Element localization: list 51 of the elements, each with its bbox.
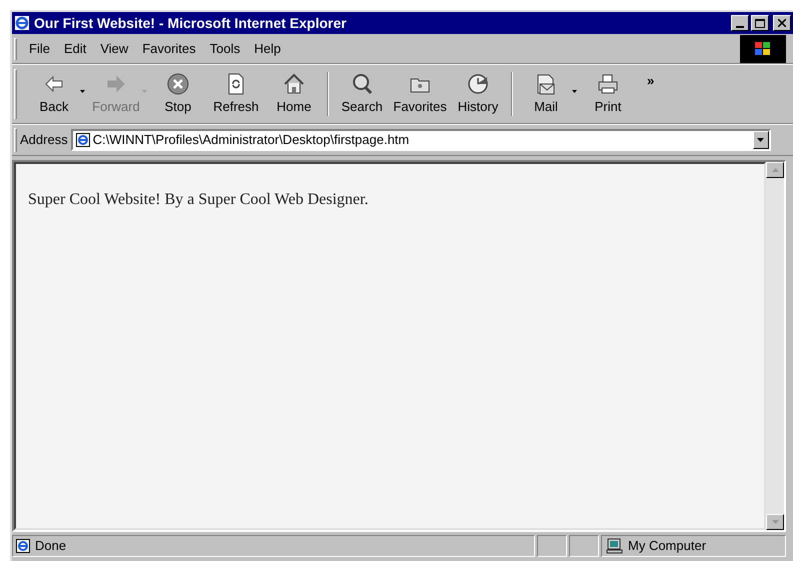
close-icon	[778, 19, 786, 27]
down-arrow-icon	[772, 520, 778, 524]
minimize-button[interactable]	[731, 15, 749, 31]
menu-item[interactable]: Favorites	[136, 38, 202, 60]
computer-icon	[606, 538, 624, 554]
caret-icon	[572, 90, 576, 92]
toolbar-button[interactable]: Home	[265, 69, 323, 119]
menu-item[interactable]: File	[23, 38, 56, 60]
toolbar-button[interactable]: Refresh	[207, 69, 265, 119]
maximize-button[interactable]	[751, 15, 769, 31]
toolbar-button[interactable]: Search	[333, 69, 391, 119]
scroll-up-button[interactable]	[766, 162, 784, 178]
address-value: C:\WINNT\Profiles\Administrator\Desktop\firstpage.htm	[92, 131, 410, 150]
status-panel	[537, 535, 567, 557]
toolbar-button[interactable]: Favorites	[391, 69, 449, 119]
menu-item[interactable]: Help	[248, 38, 287, 60]
address-label: Address	[20, 131, 68, 150]
caret-icon	[142, 90, 146, 92]
browser-logo-icon	[14, 15, 30, 31]
window-title: Our First Website! - Microsoft Internet Explorer	[34, 14, 346, 33]
toolbar-button[interactable]: Back	[25, 69, 83, 119]
status-text: Done	[35, 537, 66, 556]
windows-logo-icon	[740, 34, 786, 62]
page-text: Super Cool Website! By a Super Cool Web Designer.	[28, 190, 370, 210]
toolbar-button[interactable]: Mail	[517, 69, 575, 119]
toolbar-button[interactable]: History	[449, 69, 507, 119]
menu-item[interactable]: Edit	[58, 38, 92, 60]
house-icon	[282, 72, 306, 96]
dropdown-button[interactable]	[752, 131, 769, 149]
minimize-icon	[736, 26, 744, 28]
more-button[interactable]: »	[647, 71, 654, 90]
search-icon	[350, 72, 374, 96]
up-arrow-icon	[772, 168, 778, 172]
scroll-down-button[interactable]	[766, 514, 784, 530]
stop-icon	[166, 72, 190, 96]
toolbar-button[interactable]: Stop	[149, 69, 207, 119]
maximize-icon	[755, 18, 765, 28]
caret-icon	[757, 138, 764, 142]
zone-text: My Computer	[628, 537, 706, 556]
menu-item[interactable]: Tools	[204, 38, 246, 60]
vertical-scrollbar[interactable]	[766, 162, 784, 530]
close-button[interactable]	[773, 15, 791, 31]
page-icon	[15, 538, 31, 554]
status-panel	[569, 535, 599, 557]
clock-icon	[466, 72, 490, 96]
page-icon	[74, 132, 91, 148]
toolbar-button[interactable]: Print	[579, 69, 637, 119]
menu-item[interactable]: View	[94, 38, 134, 60]
address-field[interactable]: C:\WINNT\Profiles\Administrator\Desktop\firstpage.htm	[70, 129, 771, 151]
printer-icon	[596, 72, 620, 96]
caret-icon	[80, 90, 84, 92]
